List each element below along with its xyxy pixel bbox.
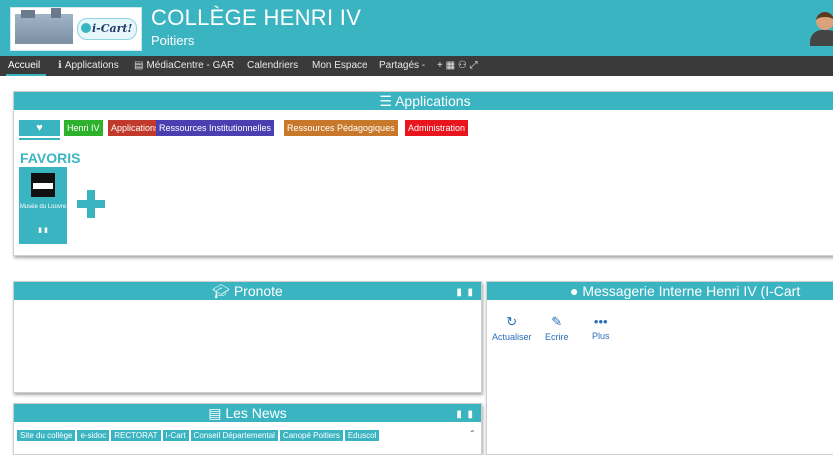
nav-accueil[interactable]: Accueil <box>8 60 40 71</box>
write-button[interactable]: ✎ Ecrire <box>545 314 569 342</box>
graduation-cap-icon: 🎓︎ <box>212 283 230 299</box>
active-tab-indicator <box>19 138 60 140</box>
school-title: COLLÈGE HENRI IV <box>151 5 362 30</box>
favoris-heading: FAVORIS <box>20 150 81 166</box>
tab-henri-iv[interactable]: Henri IV <box>64 120 103 136</box>
news-header-actions: ▮ ▮ <box>456 406 473 424</box>
trash-icon[interactable]: ▮ <box>467 287 473 298</box>
file-icon[interactable]: ▮ <box>38 227 42 234</box>
nav-mediacentre[interactable]: ▤ MédiaCentre - GAR <box>134 60 234 71</box>
applications-header: ☰ Applications <box>14 92 833 110</box>
file-icon[interactable]: ▮ <box>456 287 462 298</box>
avatar-head <box>816 12 833 30</box>
school-building-image <box>15 8 73 44</box>
scroll-up-button[interactable]: ⌃ <box>469 429 476 438</box>
more-button[interactable]: ••• Plus <box>592 314 610 341</box>
trash-icon[interactable]: ▮ <box>467 409 473 420</box>
nav-mediacentre-label: MédiaCentre - GAR <box>146 60 235 71</box>
nav-partages[interactable]: Partagés - <box>379 60 425 71</box>
messagerie-title: Messagerie Interne Henri IV (I-Cart <box>582 283 801 299</box>
refresh-button[interactable]: ↻ Actualiser <box>492 314 532 342</box>
icart-logo-text: i-Cart! <box>92 22 133 35</box>
news-tab-site-college[interactable]: Site du collège <box>17 430 76 441</box>
tab-ressources-institutionnelles[interactable]: Ressources Institutionnelles <box>156 120 275 136</box>
avatar-body <box>810 30 833 46</box>
news-panel: ▤ Les News ▮ ▮ Site du collège e-sidoc REC… <box>13 403 482 455</box>
more-label: Plus <box>592 331 610 341</box>
applications-panel: ☰ Applications ♥ Henri IV Applications R… <box>13 91 833 256</box>
messagerie-panel: ● Messagerie Interne Henri IV (I-Cart ↻ … <box>486 281 833 455</box>
nav-tools[interactable]: + ▦ ⚇ ⤢ <box>437 60 478 71</box>
menu-icon: ☰ <box>379 93 392 109</box>
trash-icon[interactable]: ▮ <box>44 227 48 234</box>
nav-calendriers[interactable]: Calendriers <box>247 60 298 71</box>
more-icon: ••• <box>593 314 608 329</box>
app-tile-louvre[interactable]: Musée du Louvre ▮ ▮ <box>19 167 67 244</box>
refresh-icon: ↻ <box>506 314 518 329</box>
nav-applications-label: Applications <box>64 60 119 71</box>
news-tab-e-sidoc[interactable]: e-sidoc <box>77 430 110 441</box>
school-logo[interactable]: i-Cart! <box>10 7 142 51</box>
applications-title: Applications <box>395 93 471 109</box>
nav-applications[interactable]: ℹ Applications <box>58 60 119 71</box>
newspaper-icon: ▤ <box>208 405 222 421</box>
comments-icon: ● <box>570 283 579 299</box>
louvre-thumbnail <box>31 173 55 197</box>
user-avatar[interactable] <box>810 12 833 46</box>
nav-active-indicator <box>6 74 46 76</box>
add-favorite-button[interactable] <box>77 190 105 218</box>
news-header: ▤ Les News ▮ ▮ <box>14 404 481 422</box>
pronote-title: Pronote <box>233 283 283 299</box>
tab-ressources-pedagogiques[interactable]: Ressources Pédagogiques <box>284 120 398 136</box>
film-icon: ▤ <box>134 60 144 71</box>
pronote-panel: 🎓︎ Pronote ▮ ▮ <box>13 281 482 393</box>
news-tab-conseil-departemental[interactable]: Conseil Départemental <box>190 430 278 441</box>
messagerie-header: ● Messagerie Interne Henri IV (I-Cart <box>487 282 833 300</box>
pronote-header-actions: ▮ ▮ <box>456 284 473 302</box>
info-icon: ℹ <box>58 60 62 71</box>
news-tab-eduscol[interactable]: Eduscol <box>344 430 380 441</box>
tab-administration[interactable]: Administration <box>405 120 469 136</box>
tab-applications[interactable]: Applications <box>108 120 163 136</box>
tile-actions: ▮ ▮ <box>19 226 67 234</box>
news-tab-icart[interactable]: I-Cart <box>162 430 189 441</box>
icart-logo-icon <box>81 23 91 33</box>
nav-mon-espace[interactable]: Mon Espace <box>312 60 368 71</box>
pronote-header: 🎓︎ Pronote ▮ ▮ <box>14 282 481 300</box>
icart-logo: i-Cart! <box>77 18 137 40</box>
news-tab-canope[interactable]: Canopé Poitiers <box>279 430 343 441</box>
main-nav: Accueil ℹ Applications ▤ MédiaCentre - GAR… <box>0 56 833 76</box>
school-city: Poitiers <box>151 33 195 48</box>
tab-favoris-heart[interactable]: ♥ <box>19 120 60 136</box>
edit-icon: ✎ <box>551 314 563 329</box>
write-label: Ecrire <box>545 332 569 342</box>
file-icon[interactable]: ▮ <box>456 409 462 420</box>
app-tile-label: Musée du Louvre <box>19 204 67 210</box>
refresh-label: Actualiser <box>492 332 532 342</box>
site-header: i-Cart! COLLÈGE HENRI IV Poitiers <box>0 0 833 56</box>
news-tab-rectorat[interactable]: RECTORAT <box>111 430 161 441</box>
news-title: Les News <box>225 405 287 421</box>
